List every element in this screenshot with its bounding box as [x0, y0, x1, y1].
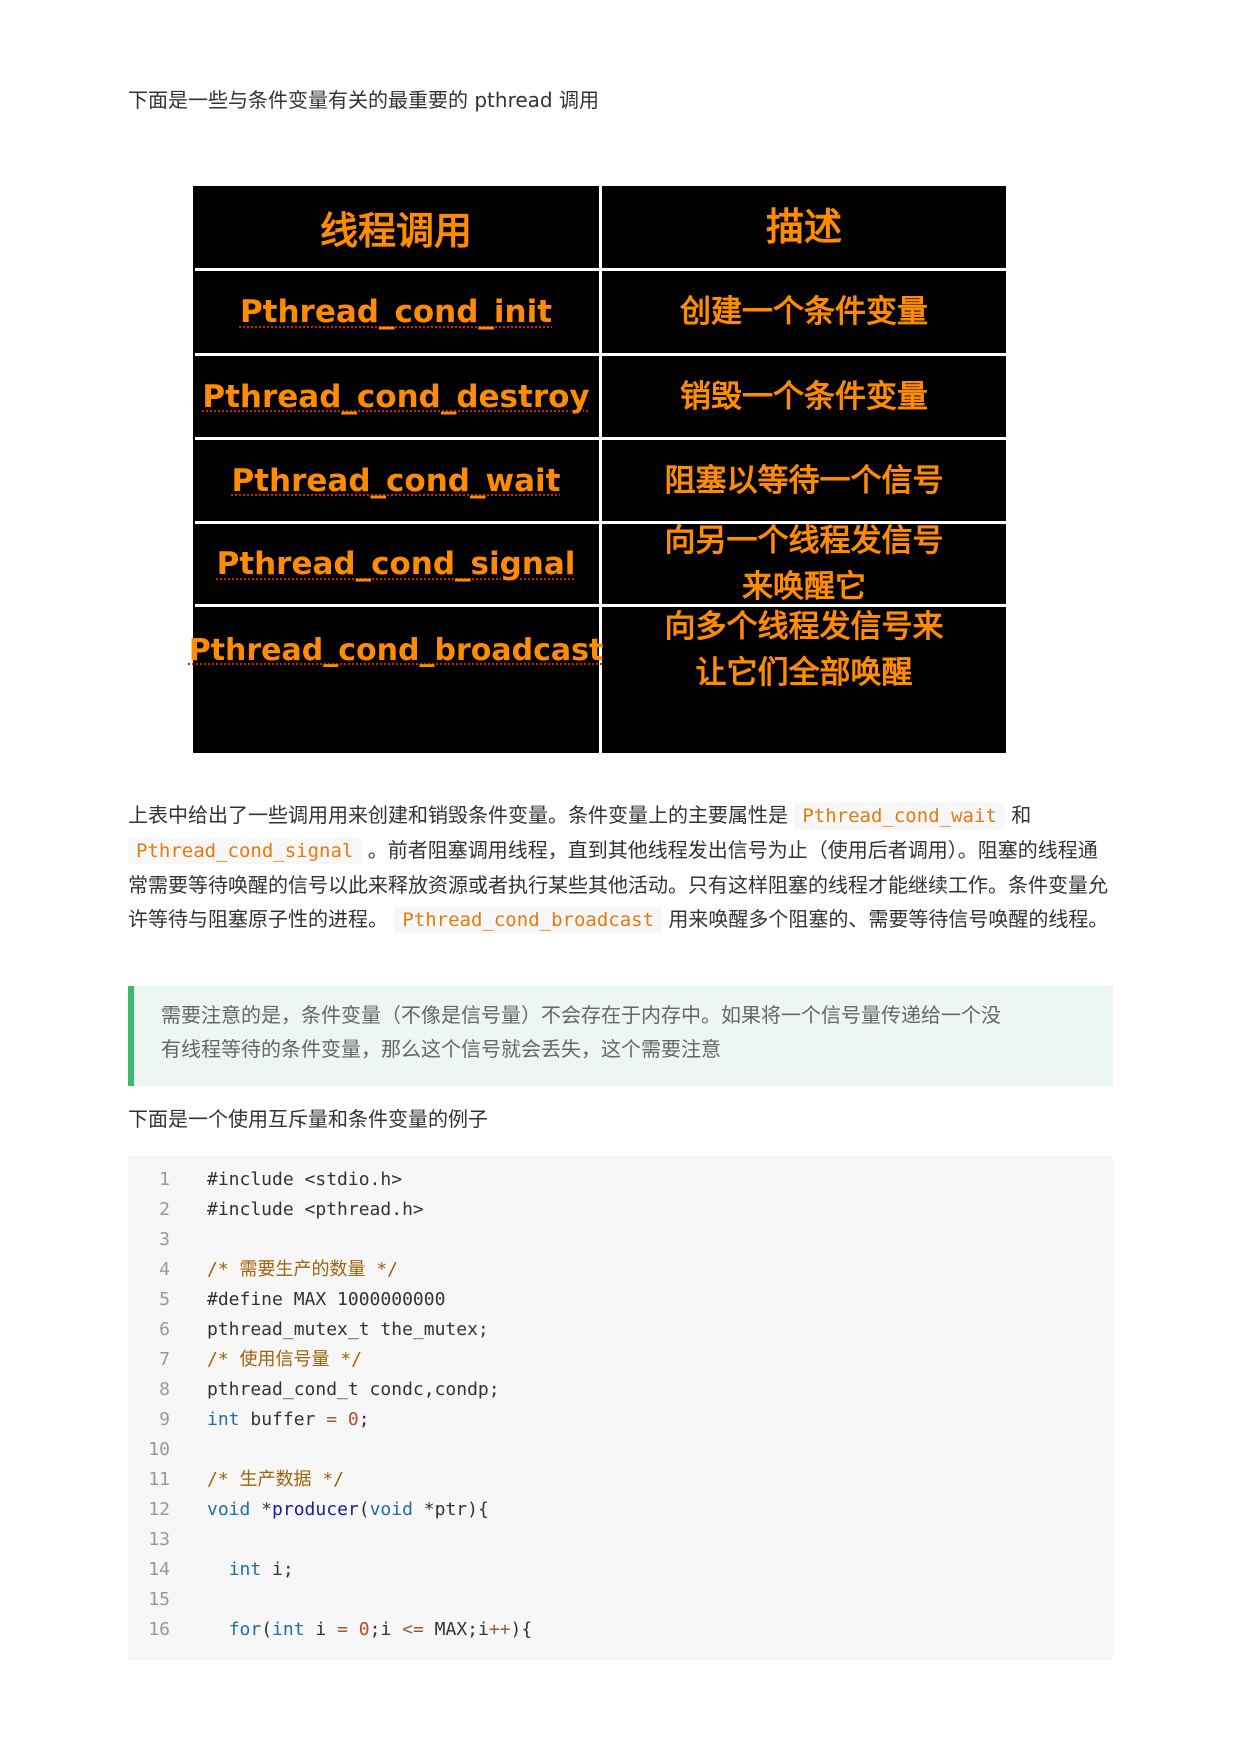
line-number: 1	[159, 1169, 170, 1190]
code-line: 8 pthread_cond_t condc,condp;	[128, 1375, 1113, 1405]
table-header-call: 线程调用	[319, 208, 472, 253]
line-number: 11	[148, 1469, 170, 1490]
line-number: 15	[148, 1589, 170, 1610]
example-intro: 下面是一个使用互斥量和条件变量的例子	[128, 1107, 488, 1131]
line-number: 16	[148, 1619, 170, 1640]
note-blockquote: 需要注意的是，条件变量（不像是信号量）不会存在于内存中。如果将一个信号量传递给一…	[128, 986, 1113, 1086]
line-number: 2	[159, 1199, 170, 1220]
line-number: 6	[159, 1319, 170, 1340]
code-line: 12 void *producer(void *ptr){	[128, 1495, 1113, 1525]
inline-code: Pthread_cond_broadcast	[394, 907, 663, 933]
code-block: 1 #include <stdio.h> 2 #include <pthread.h…	[128, 1156, 1113, 1660]
code-line: 16 for(int i = 0;i <= MAX;i++){	[128, 1615, 1113, 1645]
code-line: 6 pthread_mutex_t the_mutex;	[128, 1315, 1113, 1345]
code-line: 10	[128, 1435, 1113, 1465]
code-line: 11/* 生产数据 */	[128, 1465, 1113, 1495]
line-number: 12	[148, 1499, 170, 1520]
code-line: 3	[128, 1225, 1113, 1255]
line-number: 9	[159, 1409, 170, 1430]
code-line: 13	[128, 1525, 1113, 1555]
line-number: 13	[148, 1529, 170, 1550]
code-line: 14 int i;	[128, 1555, 1113, 1585]
table-cell-desc: 销毁一个条件变量	[680, 378, 928, 415]
inline-code: Pthread_cond_signal	[128, 838, 362, 864]
code-line: 15	[128, 1585, 1113, 1615]
line-number: 10	[148, 1439, 170, 1460]
table-cell-call: Pthread_cond_broadcast	[188, 632, 604, 668]
code-line: 9 int buffer = 0;	[128, 1405, 1113, 1435]
table-cell-desc: 创建一个条件变量	[680, 294, 928, 330]
table-cell-desc: 阻塞以等待一个信号	[664, 462, 944, 499]
note-line: 有线程等待的条件变量，那么这个信号就会丢失，这个需要注意	[161, 1037, 721, 1061]
code-line: 2 #include <pthread.h>	[128, 1195, 1113, 1225]
table-cell-desc: 向另一个线程发信号 来唤醒它	[664, 523, 944, 605]
line-number: 7	[159, 1349, 170, 1370]
line-number: 4	[159, 1259, 170, 1280]
table-cell-call: Pthread_cond_init	[239, 294, 553, 330]
line-number: 8	[159, 1379, 170, 1400]
table-header-desc: 描述	[765, 205, 842, 249]
code-line: 1 #include <stdio.h>	[128, 1165, 1113, 1195]
line-number: 5	[159, 1289, 170, 1310]
code-line: 5 #define MAX 1000000000	[128, 1285, 1113, 1315]
pthread-calls-table-image: 线程调用 描述 Pthread_cond_init 创建一个条件变量 Pthre…	[188, 186, 1006, 753]
line-number: 3	[159, 1229, 170, 1250]
intro-text: 下面是一些与条件变量有关的最重要的 pthread 调用	[128, 88, 599, 112]
table-cell-call: Pthread_cond_destroy	[202, 378, 590, 415]
table-cell-call: Pthread_cond_wait	[231, 462, 561, 499]
inline-code: Pthread_cond_wait	[794, 803, 1005, 829]
note-line: 需要注意的是，条件变量（不像是信号量）不会存在于内存中。如果将一个信号量传递给一…	[161, 1003, 1001, 1027]
code-line: 4/* 需要生产的数量 */	[128, 1255, 1113, 1285]
code-line: 7/* 使用信号量 */	[128, 1345, 1113, 1375]
explanation-paragraph: 上表中给出了一些调用用来创建和销毁条件变量。条件变量上的主要属性是 Pthrea…	[128, 803, 1109, 933]
table-cell-desc: 向多个线程发信号来 让它们全部唤醒	[664, 609, 944, 691]
line-number: 14	[148, 1559, 170, 1580]
table-cell-call: Pthread_cond_signal	[216, 546, 576, 582]
